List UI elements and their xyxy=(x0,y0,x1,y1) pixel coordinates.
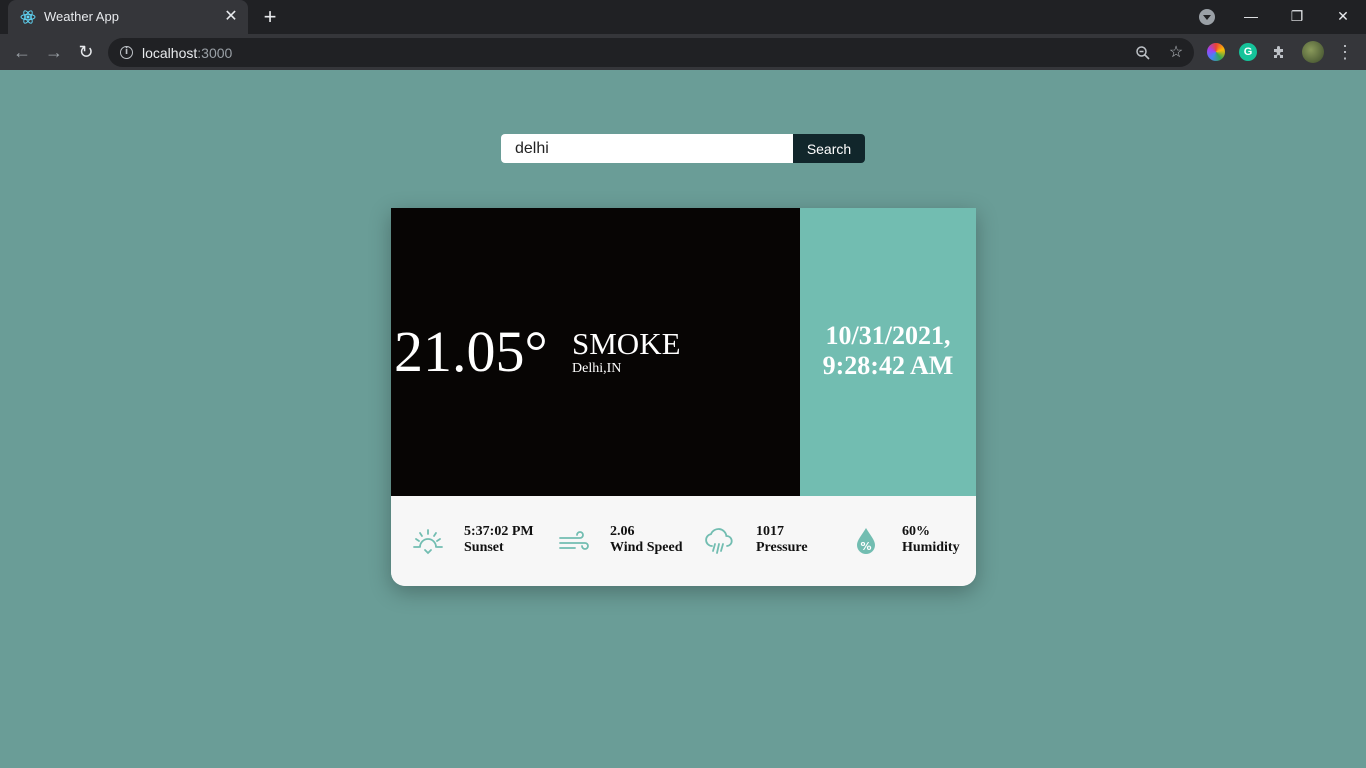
stat-value: 1017 xyxy=(756,524,784,539)
react-logo-icon xyxy=(20,10,36,24)
stat-text: 5:37:02 PM Sunset xyxy=(464,524,534,556)
forward-icon[interactable]: → xyxy=(42,40,66,64)
tab-title: Weather App xyxy=(44,9,119,24)
profile-avatar[interactable] xyxy=(1302,41,1324,63)
search-bar: Search xyxy=(501,134,865,163)
stat-pressure: 1017 Pressure xyxy=(703,496,849,586)
search-button[interactable]: Search xyxy=(793,134,865,163)
stat-wind-speed: 2.06 Wind Speed xyxy=(557,496,703,586)
sunset-icon xyxy=(413,529,443,555)
new-tab-icon[interactable]: + xyxy=(260,6,280,28)
date-panel: 10/31/2021, 9:28:42 AM xyxy=(800,208,976,496)
browser-toolbar: ← → ↻ i localhost:3000 ☆ G ⋮ xyxy=(0,34,1366,70)
stat-sunset: 5:37:02 PM Sunset xyxy=(411,496,557,586)
reload-icon[interactable]: ↻ xyxy=(74,40,98,64)
humidity-drop-icon: % xyxy=(857,528,875,554)
address-bar[interactable]: i localhost:3000 ☆ xyxy=(108,38,1194,67)
weather-main-panel: 21.05° SMOKE Delhi,IN xyxy=(391,208,800,496)
rain-cloud-icon xyxy=(705,528,733,554)
svg-text:%: % xyxy=(860,540,871,553)
weather-card: 21.05° SMOKE Delhi,IN 10/31/2021, 9:28:4… xyxy=(391,208,976,586)
stat-label: Pressure xyxy=(756,540,808,555)
extensions-puzzle-icon[interactable] xyxy=(1268,41,1290,63)
restore-icon[interactable]: ❐ xyxy=(1284,4,1310,28)
date-time: 10/31/2021, 9:28:42 AM xyxy=(800,321,976,381)
location: Delhi,IN xyxy=(572,361,622,376)
wind-icon xyxy=(559,531,589,550)
search-input[interactable] xyxy=(501,134,793,163)
minimize-icon[interactable]: — xyxy=(1238,4,1264,28)
stat-label: Wind Speed xyxy=(610,540,683,555)
stat-value: 5:37:02 PM xyxy=(464,524,534,539)
url-text[interactable]: localhost:3000 xyxy=(142,45,232,61)
stat-text: 2.06 Wind Speed xyxy=(610,524,683,556)
stat-label: Humidity xyxy=(902,540,960,555)
close-tab-icon[interactable]: ✕ xyxy=(222,8,240,26)
zoom-icon[interactable] xyxy=(1132,42,1154,64)
weather-stats: 5:37:02 PM Sunset 2.06 Wind Speed 1017 P… xyxy=(391,496,976,586)
stat-label: Sunset xyxy=(464,540,504,555)
site-info-icon[interactable]: i xyxy=(120,46,133,59)
grammarly-icon[interactable]: G xyxy=(1239,43,1257,61)
stat-value: 2.06 xyxy=(610,524,635,539)
stat-humidity: % 60% Humidity xyxy=(849,496,976,586)
weather-condition: SMOKE xyxy=(572,326,681,361)
date: 10/31/2021, xyxy=(825,321,951,350)
browser-tab[interactable]: Weather App ✕ xyxy=(8,0,248,34)
stat-text: 1017 Pressure xyxy=(756,524,808,556)
extension-color-icon[interactable] xyxy=(1207,43,1225,61)
close-window-icon[interactable]: ✕ xyxy=(1330,4,1356,28)
back-icon[interactable]: ← xyxy=(10,40,34,64)
temperature: 21.05° xyxy=(394,319,548,384)
tab-search-icon[interactable] xyxy=(1199,9,1215,25)
tab-strip: Weather App ✕ + — ❐ ✕ xyxy=(0,0,1366,34)
stat-value: 60% xyxy=(902,524,930,539)
time: 9:28:42 AM xyxy=(822,351,954,380)
stat-text: 60% Humidity xyxy=(902,524,960,556)
browser-menu-icon[interactable]: ⋮ xyxy=(1336,40,1354,64)
bookmark-star-icon[interactable]: ☆ xyxy=(1165,42,1187,64)
